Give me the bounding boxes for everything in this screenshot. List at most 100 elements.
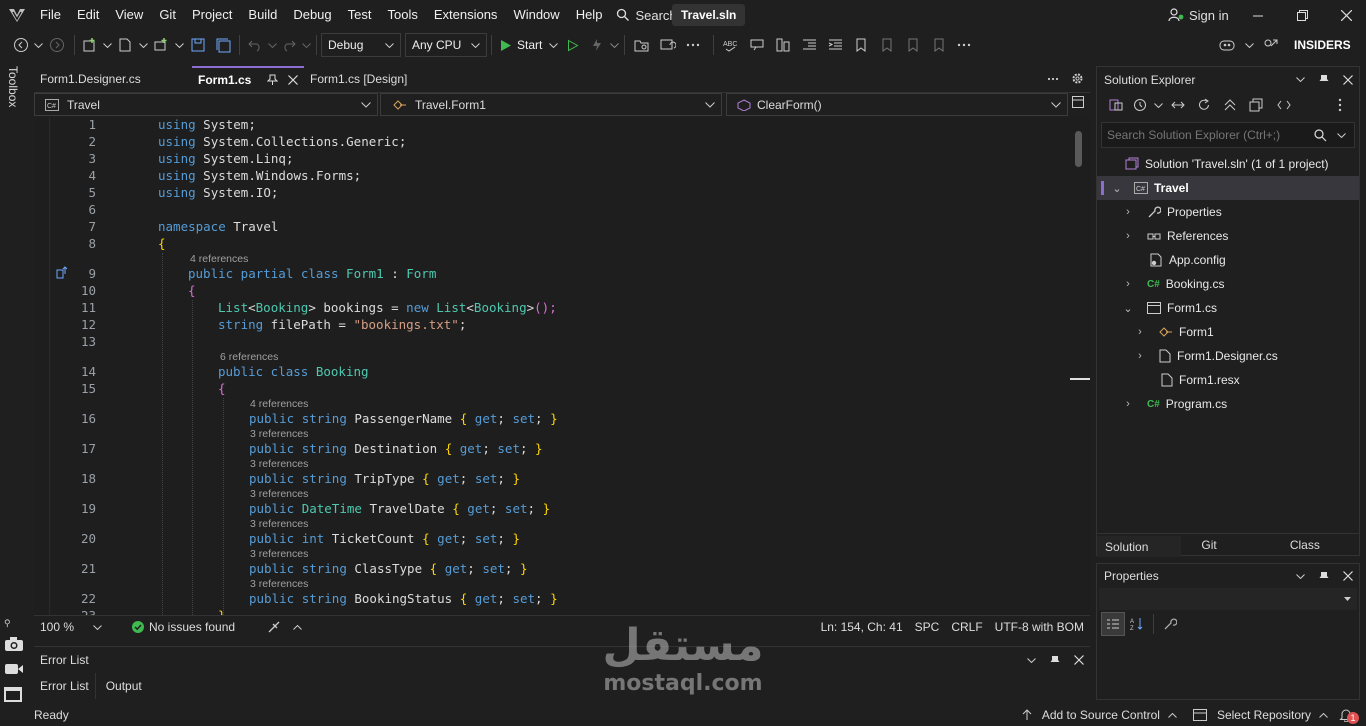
- navigate-forward-button[interactable]: [44, 33, 70, 57]
- menu-test[interactable]: Test: [340, 0, 380, 30]
- chevron-right-icon[interactable]: ›: [1121, 278, 1135, 290]
- close-icon[interactable]: [1074, 655, 1084, 665]
- toolbox-tab[interactable]: Toolbox: [6, 66, 20, 107]
- menu-extensions[interactable]: Extensions: [426, 0, 506, 30]
- solution-search-input[interactable]: [1107, 128, 1314, 142]
- search-icon[interactable]: [1314, 128, 1327, 142]
- tree-item-form1-cs[interactable]: ⌄ Form1.cs: [1121, 296, 1217, 320]
- codelens-references[interactable]: 3 references: [250, 518, 308, 530]
- whitespace-indicator[interactable]: SPC: [909, 620, 946, 634]
- chevron-down-icon[interactable]: [1296, 77, 1305, 82]
- tab-error-list[interactable]: Error List: [34, 673, 96, 699]
- add-item-dropdown[interactable]: [173, 33, 185, 57]
- close-tab-icon[interactable]: [288, 74, 298, 85]
- redo-button[interactable]: [278, 33, 300, 57]
- more-icon[interactable]: [1047, 77, 1059, 81]
- codelens-references[interactable]: 3 references: [250, 488, 308, 500]
- menu-window[interactable]: Window: [505, 0, 567, 30]
- hot-reload-dropdown[interactable]: [608, 33, 620, 57]
- back-dropdown[interactable]: [32, 33, 44, 57]
- code-editor[interactable]: 1 2 3 4 5 6 7 8 9 10 11 12 13 14 15 16 1…: [34, 117, 1090, 615]
- clear-bookmarks-button[interactable]: [926, 33, 952, 57]
- save-button[interactable]: [185, 33, 211, 57]
- codelens-references[interactable]: 3 references: [250, 458, 308, 470]
- chevron-down-icon[interactable]: [1337, 132, 1346, 138]
- minimize-button[interactable]: [1236, 3, 1280, 27]
- codelens-references[interactable]: 3 references: [250, 428, 308, 440]
- insiders-badge[interactable]: INSIDERS: [1286, 38, 1359, 52]
- tree-item-program-cs[interactable]: › C# Program.cs: [1121, 392, 1227, 416]
- chevron-right-icon[interactable]: ›: [1121, 206, 1135, 218]
- open-folder-button[interactable]: [629, 33, 655, 57]
- refresh-button[interactable]: [1191, 93, 1217, 117]
- close-window-button[interactable]: [1324, 3, 1366, 27]
- code-cleanup-icon[interactable]: [267, 620, 281, 634]
- tree-item-form1-resx[interactable]: Form1.resx: [1161, 368, 1240, 392]
- gear-icon[interactable]: [1071, 72, 1084, 85]
- solution-search-box[interactable]: [1101, 122, 1355, 148]
- spell-check-button[interactable]: ABC: [718, 33, 744, 57]
- pin-icon[interactable]: [1319, 571, 1329, 582]
- categorized-button[interactable]: [1101, 612, 1125, 636]
- navigate-back-button[interactable]: [10, 33, 32, 57]
- copilot-button[interactable]: [1212, 33, 1242, 57]
- new-file-dropdown[interactable]: [137, 33, 149, 57]
- codelens-references[interactable]: 3 references: [250, 548, 308, 560]
- redo-dropdown[interactable]: [300, 33, 312, 57]
- tab-class-view[interactable]: Class View: [1278, 534, 1359, 575]
- menu-project[interactable]: Project: [184, 0, 240, 30]
- tree-item-booking-cs[interactable]: › C# Booking.cs: [1121, 272, 1224, 296]
- solution-configuration-select[interactable]: Debug: [321, 33, 401, 57]
- next-bookmark-button[interactable]: [900, 33, 926, 57]
- bookmark-button[interactable]: [848, 33, 874, 57]
- pending-changes-filter-button[interactable]: [1129, 93, 1151, 117]
- view-code-button[interactable]: [1269, 93, 1299, 117]
- pin-icon[interactable]: [1319, 74, 1329, 85]
- type-navigation-combo[interactable]: Travel.Form1: [380, 93, 722, 116]
- add-to-source-control-button[interactable]: Add to Source Control: [1022, 708, 1177, 722]
- encoding-indicator[interactable]: UTF-8 with BOM: [989, 620, 1090, 634]
- menu-git[interactable]: Git: [151, 0, 184, 30]
- split-editor-button[interactable]: [1072, 96, 1084, 108]
- toolbar-overflow-button[interactable]: [681, 33, 705, 57]
- pin-icon[interactable]: [267, 74, 278, 85]
- chevron-up-icon[interactable]: [293, 624, 302, 630]
- issues-indicator[interactable]: No issues found: [132, 620, 235, 634]
- camera-icon[interactable]: [4, 636, 24, 655]
- tree-item-references[interactable]: › References: [1121, 224, 1228, 248]
- tree-item-solution[interactable]: Solution 'Travel.sln' (1 of 1 project): [1125, 152, 1329, 176]
- menu-debug[interactable]: Debug: [285, 0, 339, 30]
- menu-tools[interactable]: Tools: [379, 0, 425, 30]
- sign-in-button[interactable]: Sign in: [1168, 5, 1229, 25]
- copilot-dropdown[interactable]: [1242, 33, 1256, 57]
- tab-form1-cs-design[interactable]: Form1.cs [Design]: [304, 66, 434, 92]
- toolbar-overflow-button-2[interactable]: [952, 33, 976, 57]
- codelens-references[interactable]: 4 references: [190, 253, 248, 265]
- chevron-down-icon[interactable]: [1027, 657, 1036, 663]
- notifications-button[interactable]: 1: [1338, 705, 1360, 725]
- tab-output[interactable]: Output: [96, 673, 152, 699]
- vertical-scrollbar[interactable]: [1070, 117, 1090, 615]
- undo-dropdown[interactable]: [266, 33, 278, 57]
- sync-with-document-button[interactable]: [1165, 93, 1191, 117]
- tree-item-form1-designer[interactable]: › Form1.Designer.cs: [1133, 344, 1278, 368]
- codelens-references[interactable]: 3 references: [250, 578, 308, 590]
- tree-item-form1-class[interactable]: › Form1: [1133, 320, 1214, 344]
- tree-item-project-travel[interactable]: ⌄ C# Travel: [1097, 176, 1359, 200]
- toolbar-action-1[interactable]: [744, 33, 770, 57]
- chevron-down-icon[interactable]: ⌄: [1121, 302, 1135, 315]
- tree-item-app-config[interactable]: App.config: [1149, 248, 1226, 272]
- more-actions-button[interactable]: [1325, 93, 1355, 117]
- new-file-button[interactable]: [113, 33, 137, 57]
- menu-build[interactable]: Build: [240, 0, 285, 30]
- close-icon[interactable]: [1343, 571, 1353, 581]
- start-dropdown[interactable]: [546, 33, 560, 57]
- start-debugging-button[interactable]: Start: [496, 33, 546, 57]
- scrollbar-thumb[interactable]: [1075, 131, 1082, 167]
- line-ending-indicator[interactable]: CRLF: [945, 620, 988, 634]
- show-all-files-button[interactable]: [1243, 93, 1269, 117]
- cursor-position[interactable]: Ln: 154, Ch: 41: [815, 620, 909, 634]
- undo-button[interactable]: [244, 33, 266, 57]
- menu-view[interactable]: View: [107, 0, 151, 30]
- menu-edit[interactable]: Edit: [69, 0, 107, 30]
